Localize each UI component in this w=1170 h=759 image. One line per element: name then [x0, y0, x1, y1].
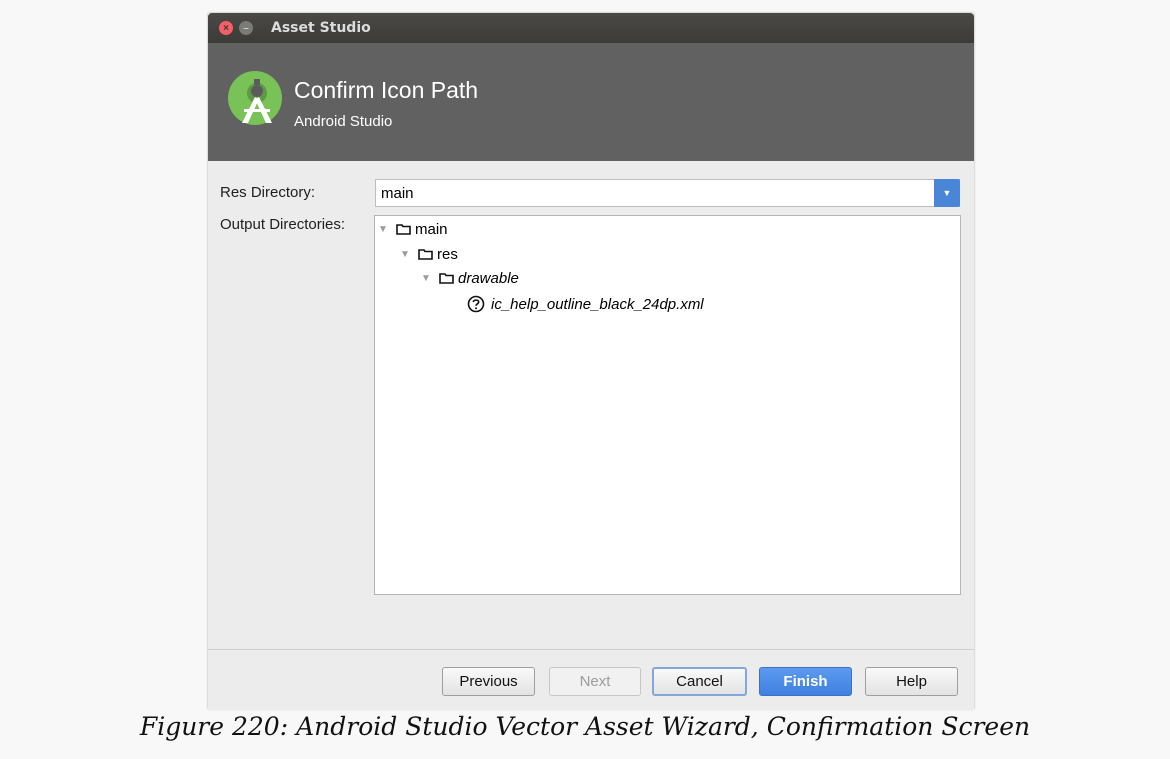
output-directories-label: Output Directories: [220, 216, 346, 233]
help-outline-icon [467, 295, 485, 313]
expand-triangle-icon[interactable]: ▼ [400, 249, 418, 260]
previous-button[interactable]: Previous [442, 667, 535, 696]
tree-node-label: res [437, 245, 458, 263]
res-directory-value: main [381, 185, 414, 202]
tree-node-res[interactable]: ▼ res [400, 244, 458, 264]
tree-node-label: main [415, 220, 448, 238]
res-directory-select[interactable]: main ▼ [375, 179, 960, 207]
wizard-subtitle: Android Studio [294, 113, 393, 130]
cancel-button[interactable]: Cancel [652, 667, 747, 696]
wizard-header: Confirm Icon Path Android Studio [208, 43, 974, 161]
button-bar: Previous Next Cancel Finish Help [208, 649, 974, 710]
title-bar: × – Asset Studio [208, 13, 974, 43]
finish-button[interactable]: Finish [759, 667, 852, 696]
tree-node-label: ic_help_outline_black_24dp.xml [491, 295, 704, 313]
output-directories-tree[interactable]: ▼ main ▼ res ▼ drawable ic_help_outline_… [374, 215, 961, 595]
folder-icon [396, 223, 411, 235]
content-area: Res Directory: main ▼ Output Directories… [208, 161, 974, 645]
tree-node-file[interactable]: ic_help_outline_black_24dp.xml [467, 294, 704, 314]
asset-studio-window: × – Asset Studio Confirm Icon Path Andro… [208, 13, 974, 710]
chevron-down-icon[interactable]: ▼ [934, 179, 960, 207]
android-studio-logo-icon [228, 71, 282, 125]
help-button[interactable]: Help [865, 667, 958, 696]
tree-node-main[interactable]: ▼ main [378, 219, 448, 239]
folder-icon [439, 272, 454, 284]
expand-triangle-icon[interactable]: ▼ [378, 224, 396, 235]
next-button[interactable]: Next [549, 667, 641, 696]
minimize-icon[interactable]: – [239, 21, 253, 35]
expand-triangle-icon[interactable]: ▼ [421, 273, 439, 284]
tree-node-drawable[interactable]: ▼ drawable [421, 268, 519, 288]
res-directory-label: Res Directory: [220, 184, 316, 201]
wizard-title: Confirm Icon Path [294, 77, 479, 103]
window-title: Asset Studio [271, 20, 371, 36]
tree-node-label: drawable [458, 269, 519, 287]
close-icon[interactable]: × [219, 21, 233, 35]
folder-icon [418, 248, 433, 260]
figure-caption: Figure 220: Android Studio Vector Asset … [139, 712, 1031, 741]
